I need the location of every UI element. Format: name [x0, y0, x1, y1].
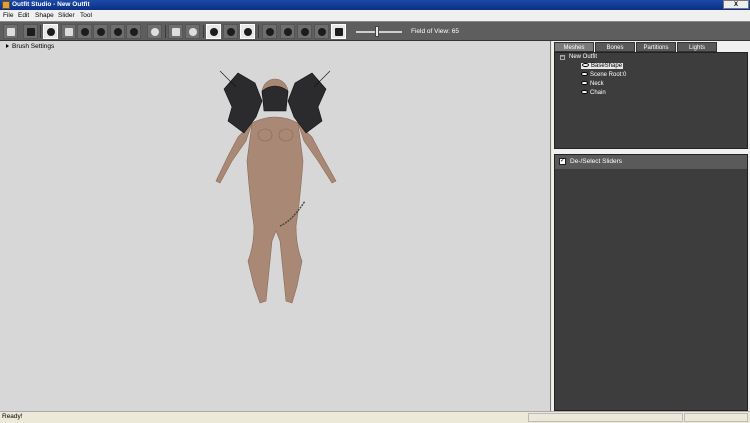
eye-icon[interactable] — [581, 81, 588, 86]
model-render — [215, 70, 337, 304]
menu-bar: File Edit Shape Slider Tool — [0, 10, 750, 21]
title-bar: Outfit Studio - New Outfit X — [0, 0, 750, 10]
collapse-icon[interactable]: − — [560, 55, 565, 60]
status-bar: Ready! — [0, 411, 750, 423]
menu-file[interactable]: File — [3, 10, 13, 21]
connected-toggle-button[interactable] — [223, 24, 238, 39]
app-icon — [2, 1, 10, 9]
brush-color-button[interactable] — [147, 24, 162, 39]
brush-inflate-button[interactable] — [61, 24, 76, 39]
axis-tool-button[interactable] — [168, 24, 183, 39]
arrow-cursor-icon — [7, 28, 15, 36]
fov-label: Field of View: 65 — [411, 28, 459, 35]
status-segment — [684, 413, 748, 422]
status-segment — [528, 413, 683, 422]
tree-item-neck[interactable]: Neck — [581, 81, 604, 87]
sliders-header-label: De-/Select Sliders — [570, 158, 623, 165]
tree-root[interactable]: New Outfit — [569, 54, 597, 60]
menu-tool[interactable]: Tool — [80, 10, 92, 21]
brush-deflate-button[interactable] — [77, 24, 92, 39]
tab-lights[interactable]: Lights — [677, 42, 717, 52]
brush-mask-icon — [47, 28, 55, 36]
arrow-cursor-icon — [27, 28, 35, 36]
view-right-icon — [318, 28, 326, 36]
pen-icon — [189, 28, 197, 36]
view-right-button[interactable] — [314, 24, 329, 39]
sliders-header: ✓ De-/Select Sliders — [555, 155, 747, 169]
select-tool-button[interactable] — [3, 24, 18, 39]
3d-viewport[interactable]: Brush Settings — [0, 41, 551, 411]
brush-move-icon — [97, 28, 105, 36]
mesh-tree: − New Outfit BaseShape Scene Root:0 Neck… — [554, 52, 748, 149]
window-title: Outfit Studio - New Outfit — [12, 1, 90, 8]
fov-slider-thumb[interactable] — [375, 26, 379, 37]
menu-shape[interactable]: Shape — [35, 10, 54, 21]
mirror-icon — [210, 28, 218, 36]
paint-brush-icon — [151, 28, 159, 36]
view-back-icon — [284, 28, 292, 36]
brush-move-button[interactable] — [93, 24, 108, 39]
brush-mask-button[interactable] — [43, 24, 58, 39]
select-all-sliders-checkbox[interactable]: ✓ — [559, 158, 566, 165]
tab-partitions[interactable]: Partitions — [636, 42, 676, 52]
brush-smooth-button[interactable] — [110, 24, 125, 39]
status-text: Ready! — [2, 413, 23, 420]
sliders-panel: ✓ De-/Select Sliders — [554, 154, 748, 411]
view-back-button[interactable] — [280, 24, 295, 39]
eye-icon[interactable] — [581, 90, 588, 95]
brush-deflate-icon — [81, 28, 89, 36]
brush-inflate-icon — [65, 28, 73, 36]
tab-meshes[interactable]: Meshes — [554, 42, 594, 52]
brush-weight-icon — [130, 28, 138, 36]
brush-weight-button[interactable] — [126, 24, 141, 39]
perspective-toggle-button[interactable] — [331, 24, 346, 39]
perspective-icon — [335, 28, 343, 36]
menu-slider[interactable]: Slider — [58, 10, 75, 21]
view-front-button[interactable] — [262, 24, 277, 39]
close-button[interactable]: X — [723, 0, 749, 9]
transform-tool-button[interactable] — [23, 24, 38, 39]
view-left-icon — [301, 28, 309, 36]
toolbar: Field of View: 65 — [0, 21, 750, 41]
mirror-toggle-button[interactable] — [206, 24, 221, 39]
connected-icon — [227, 28, 235, 36]
tree-item-chain[interactable]: Chain — [581, 90, 606, 96]
brush-smooth-icon — [114, 28, 122, 36]
fov-slider-track[interactable] — [356, 31, 402, 33]
axis-icon — [172, 28, 180, 36]
pen-tool-button[interactable] — [185, 24, 200, 39]
xray-toggle-button[interactable] — [240, 24, 255, 39]
view-front-icon — [266, 28, 274, 36]
view-left-button[interactable] — [297, 24, 312, 39]
menu-edit[interactable]: Edit — [18, 10, 29, 21]
eye-icon[interactable] — [581, 72, 588, 77]
eye-icon[interactable] — [582, 63, 589, 68]
right-panel: Meshes Bones Partitions Lights − New Out… — [552, 41, 750, 411]
tree-item-baseshape[interactable]: BaseShape — [581, 63, 624, 69]
xray-icon — [244, 28, 252, 36]
tab-bones[interactable]: Bones — [595, 42, 635, 52]
tree-item-scene-root[interactable]: Scene Root:0 — [581, 72, 626, 78]
